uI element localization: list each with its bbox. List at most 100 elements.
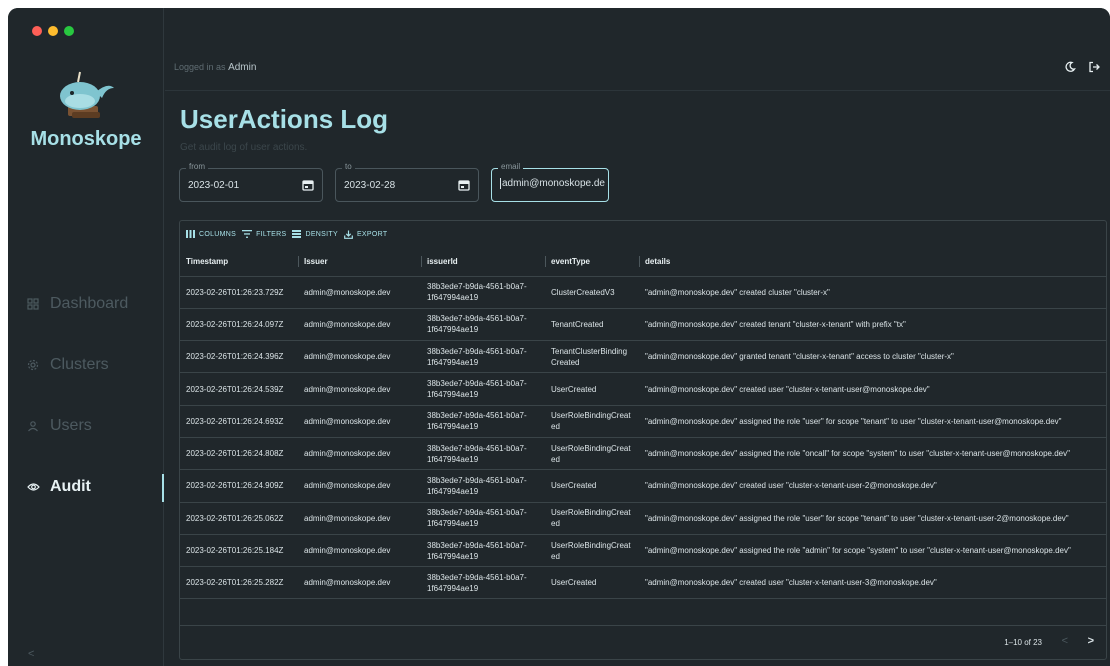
cell-event-type: ClusterCreatedV3 (545, 276, 639, 309)
pagination-range: 1–10 of 23 (1004, 638, 1042, 647)
table-row[interactable]: 2023-02-26T01:26:24.909Z admin@monoskope.… (180, 469, 1106, 503)
column-header-details[interactable]: details (639, 247, 1106, 277)
table-row[interactable]: 2023-02-26T01:26:25.184Z admin@monoskope.… (180, 534, 1106, 568)
sidebar-item-clusters[interactable]: Clusters (8, 334, 164, 395)
columns-button[interactable]: COLUMNS (186, 230, 236, 238)
export-button[interactable]: EXPORT (344, 230, 387, 239)
column-header-eventtype[interactable]: eventType (545, 247, 639, 277)
column-header-label: issuerId (427, 256, 458, 266)
from-date-field[interactable]: from 2023-02-01 (179, 162, 323, 202)
sidebar-item-label: Users (50, 416, 92, 434)
sidebar-item-audit[interactable]: Audit (8, 456, 164, 517)
cell-timestamp: 2023-02-26T01:26:24.693Z (180, 405, 298, 438)
cell-event-type: UserCreated (545, 469, 639, 503)
maximize-window-button[interactable] (64, 26, 74, 36)
minimize-window-button[interactable] (48, 26, 58, 36)
density-button[interactable]: DENSITY (292, 230, 338, 238)
cell-issuer-id: 38b3ede7-b9da-4561-b0a7-1f647994ae19 (421, 502, 545, 535)
cell-details: "admin@monoskope.dev" granted tenant "cl… (639, 340, 1106, 374)
cell-issuer: admin@monoskope.dev (298, 340, 421, 374)
email-field[interactable]: email (491, 162, 609, 202)
cell-event-type: UserRoleBindingCreat ed (545, 405, 639, 438)
cell-event-type: UserCreated (545, 566, 639, 600)
brand-name: Monoskope (30, 128, 142, 150)
from-date-value: 2023-02-01 (188, 180, 240, 191)
cell-event-type: UserRoleBindingCreat ed (545, 502, 639, 535)
cell-issuer: admin@monoskope.dev (298, 276, 421, 309)
sidebar-item-users[interactable]: Users (8, 395, 164, 456)
dashboard-icon (26, 297, 40, 311)
table-row[interactable]: 2023-02-26T01:26:24.808Z admin@monoskope.… (180, 437, 1106, 471)
cell-issuer: admin@monoskope.dev (298, 469, 421, 503)
close-window-button[interactable] (32, 26, 42, 36)
sidebar-item-dashboard[interactable]: Dashboard (8, 273, 164, 334)
column-header-timestamp[interactable]: Timestamp (180, 247, 298, 277)
cell-event-type: UserCreated (545, 372, 639, 406)
cell-issuer-id: 38b3ede7-b9da-4561-b0a7-1f647994ae19 (421, 372, 545, 406)
cell-details: "admin@monoskope.dev" created user "clus… (639, 372, 1106, 406)
cell-issuer: admin@monoskope.dev (298, 502, 421, 535)
columns-icon (186, 230, 195, 238)
logged-in-user: Admin (228, 62, 257, 73)
table-row[interactable]: 2023-02-26T01:26:25.062Z admin@monoskope.… (180, 502, 1106, 535)
table-row[interactable]: 2023-02-26T01:26:25.282Z admin@monoskope.… (180, 566, 1106, 600)
cell-timestamp: 2023-02-26T01:26:24.808Z (180, 437, 298, 471)
table-header-row: Timestamp Issuer issuerId eventType deta… (180, 247, 1106, 277)
top-actions (1064, 60, 1100, 78)
cell-event-type: TenantClusterBinding Created (545, 340, 639, 374)
filters-button[interactable]: FILTERS (242, 230, 286, 238)
top-bar: Logged in as Admin (165, 8, 1110, 91)
collapse-sidebar-button[interactable]: < (28, 648, 34, 660)
to-date-label: to (342, 162, 355, 171)
cell-event-type: UserRoleBindingCreat ed (545, 437, 639, 471)
cell-issuer: admin@monoskope.dev (298, 566, 421, 600)
sidebar-item-label: Clusters (50, 355, 109, 373)
table-row[interactable]: 2023-02-26T01:26:24.396Z admin@monoskope.… (180, 340, 1106, 374)
page-subtitle: Get audit log of user actions. (180, 142, 308, 153)
table-row[interactable]: 2023-02-26T01:26:23.729Z admin@monoskope.… (180, 276, 1106, 309)
cell-details: "admin@monoskope.dev" created cluster "c… (639, 276, 1106, 309)
cell-issuer: admin@monoskope.dev (298, 372, 421, 406)
cell-timestamp: 2023-02-26T01:26:24.396Z (180, 340, 298, 374)
calendar-icon[interactable] (458, 178, 470, 196)
cell-issuer: admin@monoskope.dev (298, 308, 421, 342)
to-date-field[interactable]: to 2023-02-28 (335, 162, 479, 202)
previous-page-button[interactable]: < (1062, 635, 1068, 647)
sidebar-item-label: Dashboard (50, 294, 129, 312)
cell-event-type: TenantCreated (545, 308, 639, 342)
window-controls (32, 26, 74, 36)
dark-mode-toggle-icon[interactable] (1064, 60, 1076, 78)
cell-timestamp: 2023-02-26T01:26:24.097Z (180, 308, 298, 342)
cell-details: "admin@monoskope.dev" assigned the role … (639, 502, 1106, 535)
export-label: EXPORT (356, 230, 388, 238)
email-input[interactable] (500, 178, 605, 189)
cell-details: "admin@monoskope.dev" assigned the role … (639, 534, 1106, 568)
column-header-issuer[interactable]: Issuer (298, 247, 421, 277)
table-row[interactable]: 2023-02-26T01:26:24.539Z admin@monoskope.… (180, 372, 1106, 406)
column-header-label: Timestamp (186, 256, 229, 266)
to-date-value: 2023-02-28 (344, 180, 396, 191)
cell-issuer-id: 38b3ede7-b9da-4561-b0a7-1f647994ae19 (421, 276, 545, 309)
cell-issuer-id: 38b3ede7-b9da-4561-b0a7-1f647994ae19 (421, 308, 545, 342)
cell-timestamp: 2023-02-26T01:26:23.729Z (180, 276, 298, 309)
logo: Monoskope (8, 68, 164, 151)
app-window: Monoskope Dashboard Clusters Users Audit… (8, 8, 1110, 666)
page-title: UserActions Log (180, 104, 389, 134)
next-page-button[interactable]: > (1088, 635, 1094, 647)
eye-icon (26, 480, 40, 494)
user-icon (26, 419, 40, 433)
column-header-issuerid[interactable]: issuerId (421, 247, 545, 277)
cell-details: "admin@monoskope.dev" assigned the role … (639, 437, 1106, 471)
cell-issuer-id: 38b3ede7-b9da-4561-b0a7-1f647994ae19 (421, 437, 545, 471)
density-label: DENSITY (305, 230, 338, 238)
cell-issuer-id: 38b3ede7-b9da-4561-b0a7-1f647994ae19 (421, 340, 545, 374)
calendar-icon[interactable] (302, 178, 314, 196)
table-row[interactable]: 2023-02-26T01:26:24.097Z admin@monoskope.… (180, 308, 1106, 342)
table-row[interactable]: 2023-02-26T01:26:24.693Z admin@monoskope.… (180, 405, 1106, 438)
cell-issuer: admin@monoskope.dev (298, 405, 421, 438)
column-header-label: Issuer (304, 256, 328, 266)
sidebar-nav: Dashboard Clusters Users Audit (8, 273, 164, 517)
cell-timestamp: 2023-02-26T01:26:24.909Z (180, 469, 298, 503)
logout-icon[interactable] (1088, 60, 1100, 78)
cell-timestamp: 2023-02-26T01:26:24.539Z (180, 372, 298, 406)
